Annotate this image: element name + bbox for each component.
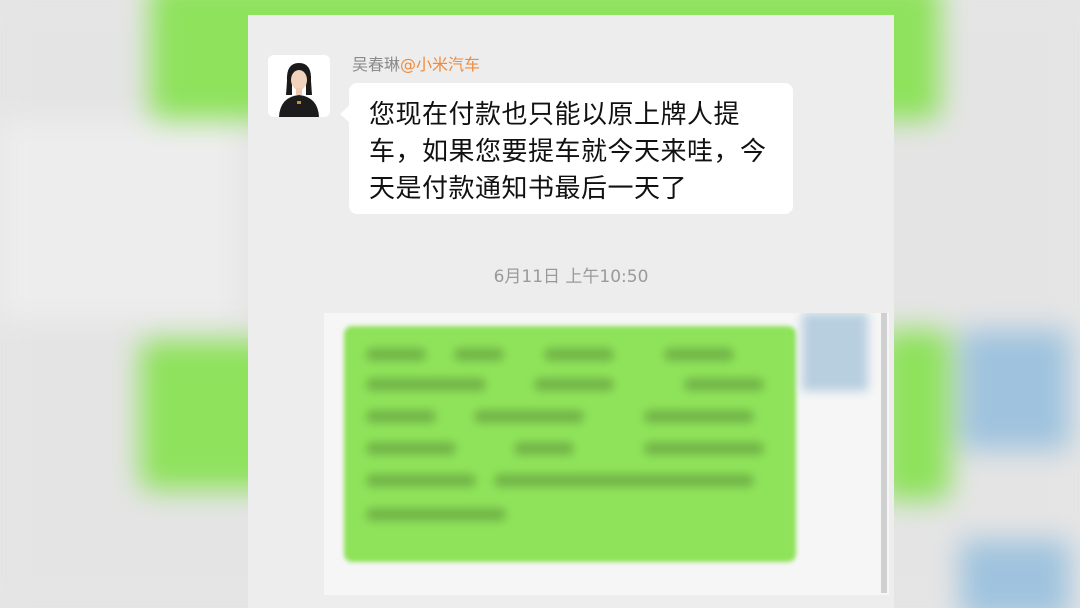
outgoing-message-area	[324, 313, 889, 595]
sender-avatar[interactable]	[268, 55, 330, 117]
chat-window: 吴春琳@小米汽车 您现在付款也只能以原上牌人提 车，如果您要提车就今天来哇，今 …	[248, 15, 894, 608]
message-line: 车，如果您要提车就今天来哇，今	[369, 137, 767, 167]
screenshot-stage: 吴春琳@小米汽车 您现在付款也只能以原上牌人提 车，如果您要提车就今天来哇，今 …	[0, 0, 1080, 608]
message-timestamp: 6月11日 上午10:50	[493, 267, 649, 287]
outgoing-message-bubble-blurred[interactable]	[344, 326, 796, 562]
blurred-avatar-icon[interactable]	[802, 313, 868, 391]
sender-company: @小米汽车	[400, 55, 481, 74]
scrollbar[interactable]	[881, 313, 887, 593]
message-line: 您现在付款也只能以原上牌人提	[369, 100, 741, 130]
sender-label: 吴春琳@小米汽车	[352, 54, 480, 76]
person-avatar-icon	[268, 55, 330, 117]
sender-name: 吴春琳	[352, 55, 401, 74]
incoming-message-bubble[interactable]: 您现在付款也只能以原上牌人提 车，如果您要提车就今天来哇，今 天是付款通知书最后…	[340, 83, 793, 214]
message-line: 天是付款通知书最后一天了	[369, 174, 688, 204]
